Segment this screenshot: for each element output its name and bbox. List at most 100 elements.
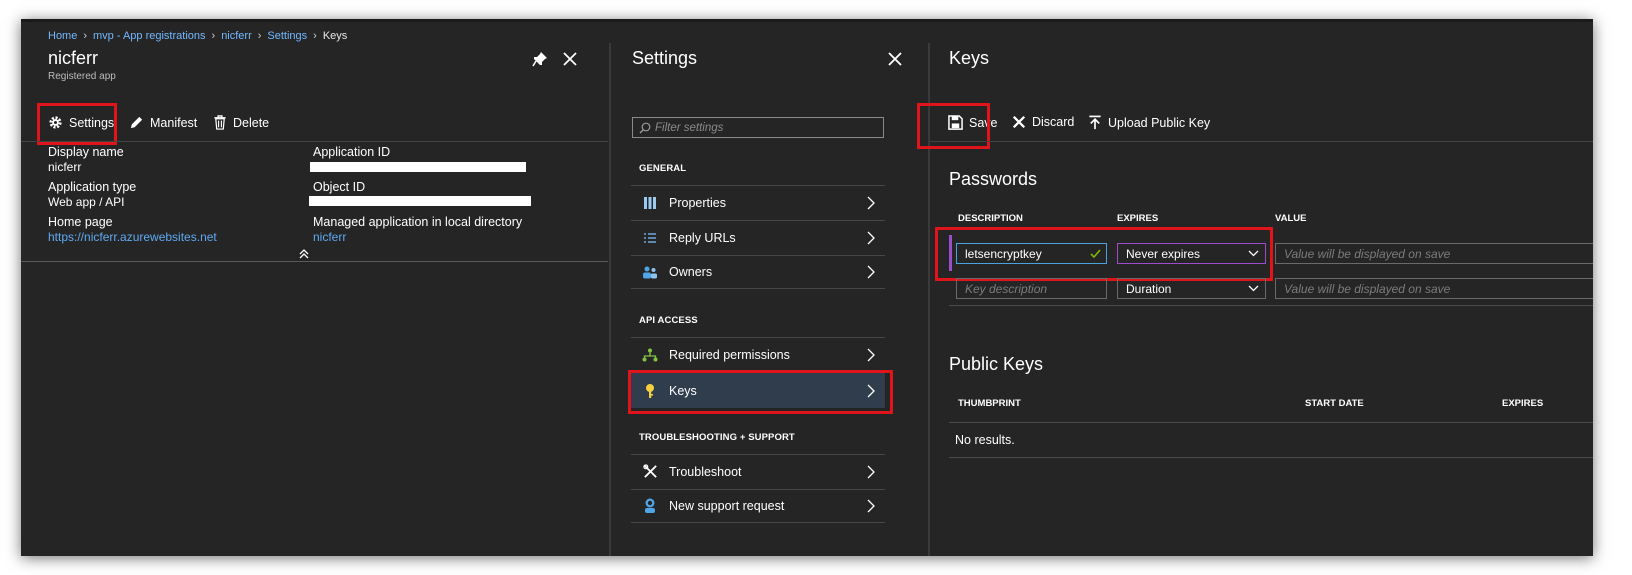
chevron-right-icon bbox=[867, 196, 875, 209]
no-results-text: No results. bbox=[955, 433, 1015, 447]
menu-item-keys[interactable]: Keys bbox=[631, 372, 885, 408]
object-id-redacted bbox=[309, 196, 531, 206]
duration-select[interactable]: Duration bbox=[1117, 278, 1266, 299]
menu-item-required-permissions[interactable]: Required permissions bbox=[631, 337, 885, 371]
discard-button[interactable]: Discard bbox=[1012, 115, 1074, 129]
discard-icon bbox=[1012, 115, 1026, 129]
upload-public-key-label: Upload Public Key bbox=[1108, 115, 1211, 130]
pencil-icon bbox=[130, 116, 143, 129]
col-header-expires: EXPIRES bbox=[1117, 213, 1159, 224]
section-api-access: API ACCESS bbox=[639, 315, 698, 326]
key-icon bbox=[641, 382, 659, 400]
breadcrumb-current: Keys bbox=[322, 30, 348, 42]
key-description-input[interactable]: letsencryptkey bbox=[956, 243, 1107, 264]
duration-value: Duration bbox=[1126, 281, 1172, 296]
menu-item-label: Reply URLs bbox=[669, 230, 736, 245]
app-type-value: Web app / API bbox=[48, 195, 125, 209]
menu-item-label: Properties bbox=[669, 195, 726, 210]
settings-blade-title: Settings bbox=[632, 48, 698, 68]
keys-blade-title: Keys bbox=[949, 48, 990, 68]
chevron-down-icon bbox=[1248, 250, 1259, 257]
key-value-field: Value will be displayed on save bbox=[1275, 243, 1593, 264]
menu-item-label: New support request bbox=[669, 499, 785, 513]
home-page-label: Home page bbox=[48, 215, 113, 229]
settings-blade: Settings Filter settings GENERAL Propert… bbox=[609, 43, 928, 556]
divider bbox=[949, 422, 1593, 423]
filter-settings-input[interactable]: Filter settings bbox=[632, 117, 884, 138]
save-button[interactable]: Save bbox=[948, 115, 998, 130]
key-description-placeholder: Key description bbox=[965, 281, 1048, 296]
chevron-right-icon bbox=[867, 348, 875, 361]
breadcrumb-home[interactable]: Home bbox=[48, 30, 77, 42]
support-icon bbox=[641, 497, 659, 515]
divider bbox=[21, 141, 608, 142]
col-header-value: VALUE bbox=[1275, 213, 1307, 224]
upload-public-key-button[interactable]: Upload Public Key bbox=[1088, 115, 1210, 130]
section-general: GENERAL bbox=[639, 163, 687, 174]
managed-app-link[interactable]: nicferr bbox=[313, 230, 346, 244]
close-icon[interactable] bbox=[562, 51, 578, 67]
keys-blade: Keys Save Discard Upload Public Key Pass… bbox=[917, 43, 1593, 556]
owners-icon bbox=[641, 263, 659, 281]
passwords-title: Passwords bbox=[949, 169, 1038, 189]
pin-icon[interactable] bbox=[532, 51, 548, 67]
delete-button-label: Delete bbox=[233, 115, 270, 130]
key-description-input[interactable]: Key description bbox=[956, 278, 1107, 299]
breadcrumb-app-registrations[interactable]: mvp - App registrations bbox=[93, 30, 206, 42]
display-name-value: nicferr bbox=[48, 160, 82, 174]
settings-button-label: Settings bbox=[69, 115, 115, 130]
menu-item-label: Required permissions bbox=[669, 347, 790, 362]
app-blade-subtitle: Registered app bbox=[48, 71, 116, 82]
expires-value: Never expires bbox=[1126, 246, 1201, 261]
chevron-right-icon bbox=[867, 465, 875, 478]
app-id-redacted bbox=[310, 162, 526, 172]
col-header-expires: EXPIRES bbox=[1502, 398, 1544, 409]
gear-icon bbox=[49, 116, 62, 129]
list-icon bbox=[641, 229, 659, 247]
menu-item-label: Owners bbox=[669, 265, 713, 279]
menu-item-reply-urls[interactable]: Reply URLs bbox=[631, 220, 885, 254]
breadcrumb: Home › mvp - App registrations › nicferr › Set… bbox=[48, 30, 348, 42]
breadcrumb-app[interactable]: nicferr bbox=[221, 30, 252, 42]
object-id-label: Object ID bbox=[313, 180, 366, 194]
upload-icon bbox=[1089, 115, 1101, 130]
menu-item-label: Keys bbox=[669, 383, 697, 398]
key-value-field: Value will be displayed on save bbox=[1275, 278, 1593, 299]
trash-icon bbox=[214, 115, 226, 130]
settings-button[interactable]: Settings bbox=[48, 115, 114, 130]
divider bbox=[21, 261, 608, 262]
portal-window: Home › mvp - App registrations › nicferr › Set… bbox=[21, 19, 1593, 556]
properties-icon bbox=[641, 194, 659, 212]
public-keys-title: Public Keys bbox=[949, 354, 1044, 374]
key-description-value: letsencryptkey bbox=[965, 246, 1042, 261]
col-header-thumbprint: THUMBPRINT bbox=[958, 398, 1021, 409]
chevron-right-icon bbox=[867, 499, 875, 513]
expires-select[interactable]: Never expires bbox=[1117, 243, 1266, 264]
col-header-description: DESCRIPTION bbox=[958, 213, 1023, 224]
permissions-icon bbox=[641, 346, 659, 364]
collapse-icon[interactable] bbox=[299, 249, 309, 259]
tools-icon bbox=[641, 463, 659, 481]
delete-button[interactable]: Delete bbox=[213, 115, 269, 130]
menu-item-new-support-request[interactable]: New support request bbox=[631, 489, 885, 523]
save-button-label: Save bbox=[969, 115, 998, 130]
app-id-label: Application ID bbox=[313, 145, 391, 159]
menu-item-troubleshoot[interactable]: Troubleshoot bbox=[631, 454, 885, 488]
manifest-button[interactable]: Manifest bbox=[129, 115, 197, 130]
chevron-down-icon bbox=[1248, 285, 1259, 292]
breadcrumb-settings[interactable]: Settings bbox=[267, 30, 307, 42]
app-type-label: Application type bbox=[48, 180, 137, 194]
section-troubleshooting: TROUBLESHOOTING + SUPPORT bbox=[639, 432, 795, 443]
key-value-placeholder: Value will be displayed on save bbox=[1284, 281, 1451, 296]
managed-app-label: Managed application in local directory bbox=[313, 215, 523, 229]
chevron-right-icon bbox=[867, 265, 875, 279]
close-icon[interactable] bbox=[887, 51, 903, 67]
save-icon bbox=[948, 115, 963, 130]
home-page-link[interactable]: https://nicferr.azurewebsites.net bbox=[48, 230, 217, 244]
divider bbox=[949, 457, 1593, 458]
chevron-right-icon bbox=[867, 384, 875, 397]
menu-item-properties[interactable]: Properties bbox=[631, 185, 885, 219]
filter-settings-placeholder: Filter settings bbox=[655, 121, 724, 134]
menu-item-owners[interactable]: Owners bbox=[631, 255, 885, 289]
active-row-marker bbox=[949, 235, 952, 271]
